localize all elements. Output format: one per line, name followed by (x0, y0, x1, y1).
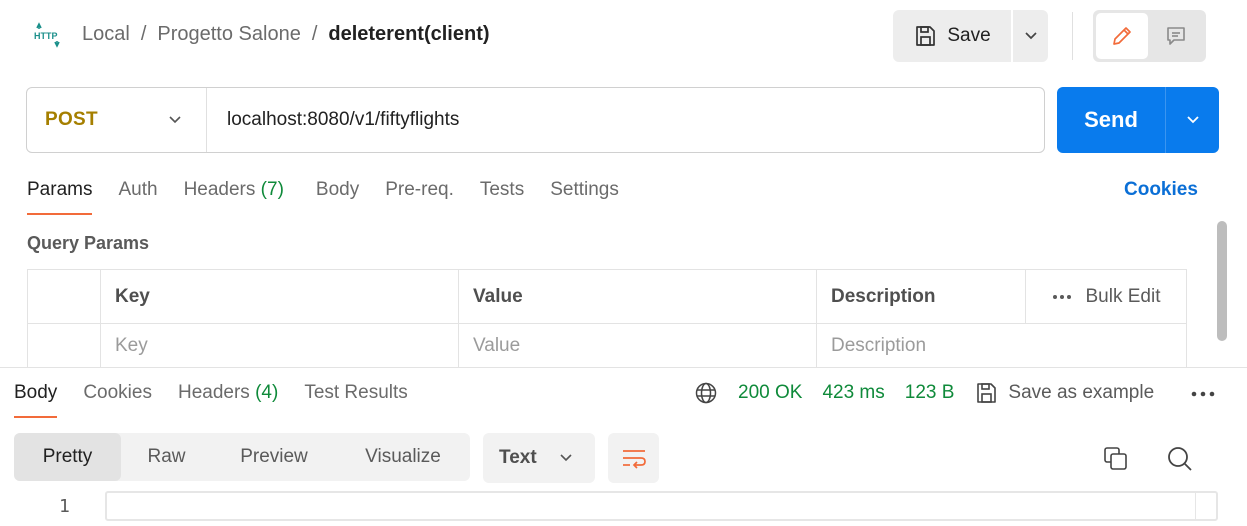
chevron-down-icon (1186, 116, 1199, 124)
view-mode-group: Pretty Raw Preview Visualize (14, 433, 470, 481)
view-visualize-button[interactable]: Visualize (336, 433, 470, 481)
save-label: Save (947, 25, 991, 46)
copy-icon[interactable] (1103, 446, 1129, 472)
response-size[interactable]: 123 B (905, 382, 955, 404)
cookies-link[interactable]: Cookies (1124, 179, 1198, 201)
format-label: Text (499, 447, 537, 468)
headers-count: (7) (260, 179, 284, 200)
pencil-icon (1113, 27, 1131, 45)
tab-response-body[interactable]: Body (14, 382, 58, 418)
send-options-button[interactable] (1165, 87, 1219, 153)
tab-headers-label: Headers (183, 179, 256, 200)
format-select[interactable]: Text (483, 433, 595, 483)
params-table: Key Value Description Bulk Edit Key Valu… (27, 269, 1187, 368)
save-icon (977, 383, 997, 403)
globe-icon[interactable] (694, 381, 718, 405)
tab-settings[interactable]: Settings (550, 179, 619, 215)
more-horizontal-icon[interactable] (1052, 294, 1072, 300)
comments-button[interactable] (1150, 13, 1202, 59)
tab-response-headers[interactable]: Headers (4) (178, 382, 278, 418)
editor-scroll-divider (1195, 493, 1196, 519)
scrollbar[interactable] (1217, 221, 1227, 341)
column-header-value: Value (459, 270, 817, 323)
breadcrumb-item-local[interactable]: Local (82, 23, 130, 46)
chevron-down-icon (169, 116, 181, 124)
divider (1072, 12, 1073, 60)
send-group: Send (1057, 87, 1219, 153)
tab-test-results[interactable]: Test Results (304, 382, 407, 418)
row-checkbox-cell (28, 324, 101, 368)
http-icon: HTTP (34, 22, 60, 48)
view-preview-button[interactable]: Preview (212, 433, 336, 481)
tab-body[interactable]: Body (316, 179, 359, 215)
tab-auth[interactable]: Auth (118, 179, 157, 215)
breadcrumb-item-project[interactable]: Progetto Salone (157, 23, 300, 46)
save-icon (916, 26, 936, 46)
column-header-key: Key (101, 270, 459, 323)
pane-divider[interactable] (0, 367, 1247, 368)
table-row: Key Value Description (28, 324, 1186, 368)
tab-response-headers-label: Headers (177, 382, 250, 403)
response-time[interactable]: 423 ms (822, 382, 884, 404)
tab-tests[interactable]: Tests (480, 179, 524, 215)
save-group: Save (893, 10, 1048, 62)
tab-prereq[interactable]: Pre-req. (385, 179, 454, 215)
line-number: 1 (59, 496, 70, 517)
method-select[interactable]: POST (27, 88, 207, 152)
wrap-lines-icon (622, 450, 646, 469)
send-button[interactable]: Send (1057, 87, 1165, 153)
view-pretty-button[interactable]: Pretty (14, 433, 121, 481)
query-params-title: Query Params (27, 233, 150, 253)
request-tabs: Params Auth Headers (7) Body Pre-req. Te… (27, 179, 645, 215)
table-header-row: Key Value Description Bulk Edit (28, 270, 1186, 324)
edit-mode-button[interactable] (1096, 13, 1148, 59)
url-input[interactable] (207, 88, 1044, 152)
response-meta: 200 OK 423 ms 123 B Save as example (694, 381, 1154, 405)
save-as-example-button[interactable]: Save as example (974, 381, 1154, 405)
wrap-lines-button[interactable] (608, 433, 659, 483)
search-icon[interactable] (1166, 445, 1194, 473)
response-body-editor[interactable] (105, 491, 1218, 521)
save-as-example-label: Save as example (1008, 382, 1155, 403)
tab-params[interactable]: Params (27, 179, 93, 215)
comment-icon (1167, 27, 1185, 45)
more-horizontal-icon[interactable] (1190, 384, 1216, 404)
save-options-button[interactable] (1011, 10, 1048, 62)
breadcrumb-separator: / (311, 23, 318, 45)
request-name[interactable]: deleterent(client) (328, 23, 489, 46)
chevron-down-icon (1024, 32, 1037, 40)
table-actions: Bulk Edit (1026, 270, 1186, 323)
request-bar: POST (26, 87, 1045, 153)
key-input[interactable]: Key (101, 324, 459, 368)
response-headers-count: (4) (255, 382, 279, 403)
description-input[interactable]: Description (817, 324, 1186, 368)
value-input[interactable]: Value (459, 324, 817, 368)
column-header-description: Description (817, 270, 1026, 323)
mode-toggle (1093, 10, 1206, 62)
bulk-edit-button[interactable]: Bulk Edit (1086, 286, 1161, 308)
tab-headers[interactable]: Headers (7) (184, 179, 284, 215)
status-code[interactable]: 200 OK (738, 382, 802, 404)
tab-response-cookies[interactable]: Cookies (83, 382, 152, 418)
response-tabs: Body Cookies Headers (4) Test Results (14, 382, 434, 418)
save-button[interactable]: Save (893, 10, 1011, 62)
svg-text:HTTP: HTTP (34, 31, 58, 41)
breadcrumb: Local / Progetto Salone / deleterent(cli… (82, 23, 490, 46)
checkbox-column-header (28, 270, 101, 323)
view-raw-button[interactable]: Raw (121, 433, 212, 481)
breadcrumb-separator: / (140, 23, 147, 45)
method-label: POST (45, 109, 98, 130)
chevron-down-icon (560, 454, 572, 462)
